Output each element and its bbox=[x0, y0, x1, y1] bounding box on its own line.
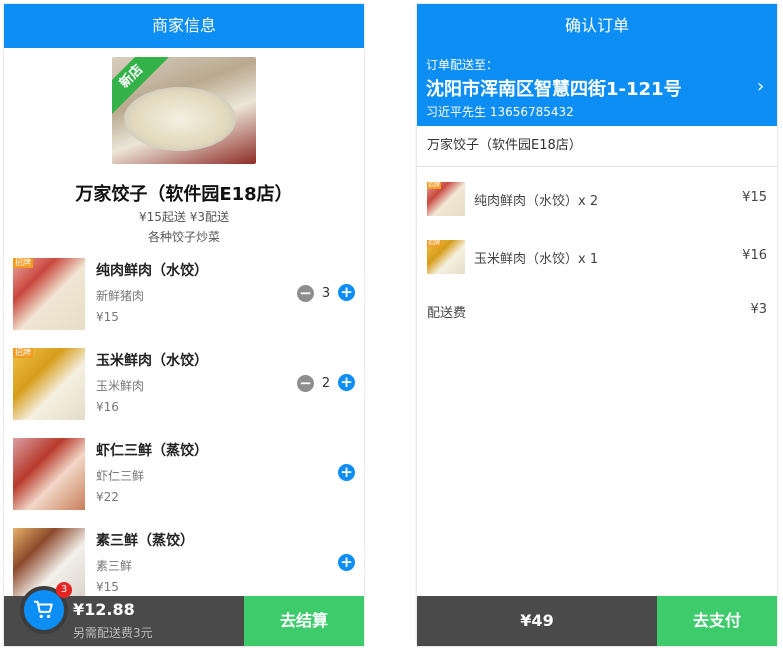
order-confirm-panel: 确认订单 订单配送至： 沈阳市浑南区智慧四街1-121号 习近平先生 13656… bbox=[417, 4, 777, 646]
dish-price: ¥15 bbox=[96, 580, 119, 594]
order-item-price: ¥15 bbox=[742, 190, 767, 205]
minus-circle-icon[interactable]: − bbox=[297, 374, 314, 392]
dish-name: 纯肉鲜肉（水饺） bbox=[96, 263, 208, 279]
dish-subtitle: 素三鲜 bbox=[96, 559, 133, 573]
order-item: 招牌 玉米鲜肉（水饺）x 1 ¥16 bbox=[417, 228, 777, 286]
delivery-fee-note: 另需配送费3元 bbox=[73, 626, 153, 640]
chevron-right-icon[interactable]: › bbox=[757, 76, 764, 97]
merchant-panel: 商家信息 新店 万家饺子（软件园E18店） ¥15起送 ¥3配送 各种饺子炒菜 … bbox=[4, 4, 364, 646]
signature-badge: 招牌 bbox=[13, 348, 33, 358]
quantity-stepper: − 2 bbox=[297, 374, 338, 392]
shop-image: 新店 bbox=[112, 57, 256, 164]
plus-circle-icon[interactable]: + bbox=[338, 284, 355, 301]
dish-subtitle: 玉米鲜肉 bbox=[96, 379, 145, 393]
contact-info: 习近平先生 13656785432 bbox=[426, 105, 574, 119]
dish-name: 素三鲜（蒸饺） bbox=[96, 533, 194, 549]
cart-total: ¥12.88 bbox=[73, 600, 135, 619]
shop-description: 各种饺子炒菜 bbox=[147, 230, 220, 244]
dish-subtitle: 新鲜猪肉 bbox=[96, 289, 145, 303]
order-total: ¥49 bbox=[520, 611, 554, 630]
order-shop-label: 万家饺子（软件园E18店） bbox=[427, 138, 582, 153]
quantity-stepper: − 3 bbox=[297, 284, 338, 302]
address-label: 订单配送至： bbox=[426, 58, 499, 72]
dumpling-plate-image bbox=[124, 87, 236, 151]
address-text: 沈阳市浑南区智慧四街1-121号 bbox=[426, 79, 682, 100]
merchant-title-bar: 商家信息 bbox=[4, 4, 364, 48]
pay-button[interactable]: 去支付 bbox=[657, 596, 777, 646]
dish-price: ¥15 bbox=[96, 310, 119, 324]
order-item-image: 招牌 bbox=[427, 182, 465, 216]
order-title-bar: 确认订单 bbox=[417, 4, 777, 48]
dish-price: ¥16 bbox=[96, 400, 119, 414]
cart-count-badge: 3 bbox=[56, 582, 72, 598]
dish-item: 虾仁三鲜（蒸饺） 虾仁三鲜 ¥22 + bbox=[4, 430, 364, 520]
order-shop-name: 万家饺子（软件园E18店） bbox=[417, 126, 777, 167]
shop-name: 万家饺子（软件园E18店） bbox=[75, 184, 293, 205]
dish-item: 招牌 纯肉鲜肉（水饺） 新鲜猪肉 ¥15 − 3 + bbox=[4, 250, 364, 340]
delivery-fee-row: 配送费 ¥3 bbox=[417, 302, 777, 322]
order-item-price: ¥16 bbox=[742, 248, 767, 263]
signature-badge: 招牌 bbox=[427, 182, 442, 189]
dish-item: 招牌 玉米鲜肉（水饺） 玉米鲜肉 ¥16 − 2 + bbox=[4, 340, 364, 430]
minus-circle-icon[interactable]: − bbox=[297, 284, 314, 302]
plus-circle-icon[interactable]: + bbox=[338, 464, 355, 481]
pay-bar: ¥49 去支付 bbox=[417, 596, 777, 646]
order-item-image: 招牌 bbox=[427, 240, 465, 274]
delivery-fee-value: ¥3 bbox=[750, 302, 767, 317]
quantity-value: 2 bbox=[321, 375, 331, 391]
checkout-button[interactable]: 去结算 bbox=[244, 596, 364, 646]
dish-name: 虾仁三鲜（蒸饺） bbox=[96, 443, 208, 459]
delivery-fee-label: 配送费 bbox=[427, 306, 467, 321]
shopping-cart-icon bbox=[33, 600, 53, 619]
shop-delivery-info: ¥15起送 ¥3配送 bbox=[139, 210, 229, 224]
cart-bar: 3 ¥12.88 另需配送费3元 去结算 bbox=[4, 582, 364, 646]
page-title: 确认订单 bbox=[564, 16, 629, 35]
delivery-address[interactable]: 订单配送至： 沈阳市浑南区智慧四街1-121号 习近平先生 1365678543… bbox=[417, 48, 777, 126]
order-item-name: 玉米鲜肉（水饺）x 1 bbox=[474, 252, 599, 267]
plus-circle-icon[interactable]: + bbox=[338, 374, 355, 391]
plus-circle-icon[interactable]: + bbox=[338, 554, 355, 571]
dish-image: 招牌 bbox=[13, 348, 85, 420]
dish-price: ¥22 bbox=[96, 490, 119, 504]
signature-badge: 招牌 bbox=[13, 258, 33, 268]
quantity-value: 3 bbox=[321, 285, 331, 301]
dish-subtitle: 虾仁三鲜 bbox=[96, 469, 145, 483]
order-item: 招牌 纯肉鲜肉（水饺）x 2 ¥15 bbox=[417, 170, 777, 228]
dish-image bbox=[13, 438, 85, 510]
dish-image: 招牌 bbox=[13, 258, 85, 330]
signature-badge: 招牌 bbox=[427, 240, 442, 247]
dish-name: 玉米鲜肉（水饺） bbox=[96, 353, 208, 369]
order-item-name: 纯肉鲜肉（水饺）x 2 bbox=[474, 194, 599, 209]
page-title: 商家信息 bbox=[151, 16, 216, 35]
